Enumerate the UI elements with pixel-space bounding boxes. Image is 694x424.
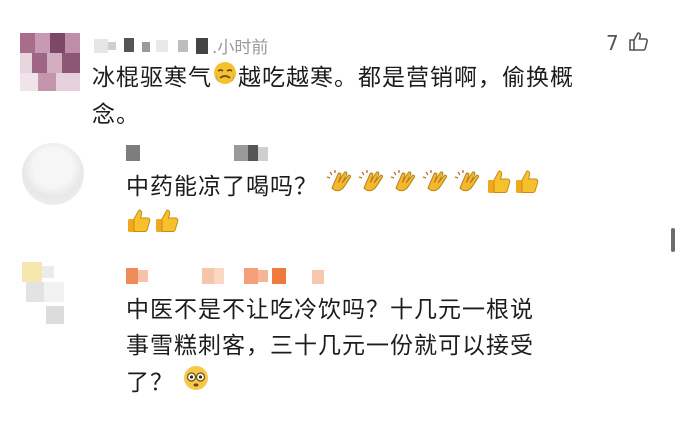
comment-body: 中药能凉了喝吗？ xyxy=(126,168,666,246)
flushed-face-emoji xyxy=(182,364,210,403)
avatar[interactable] xyxy=(20,33,80,91)
comment-text: 念。 xyxy=(92,102,140,128)
thumbs-up-emoji xyxy=(154,207,180,246)
comment-text: 事雪糕刺客，三十几元一份就可以接受 xyxy=(126,333,534,359)
clapping-hands-emoji xyxy=(422,168,452,207)
comment-text: 越吃越寒。都是营销啊，偷换概 xyxy=(238,65,574,91)
comment-time: .小时前 xyxy=(212,38,269,58)
avatar[interactable] xyxy=(22,262,82,324)
crying-face-emoji xyxy=(212,60,238,97)
comment-body: 中医不是不让吃冷饮吗？十几元一根说 事雪糕刺客，三十几元一份就可以接受 了？ xyxy=(126,292,666,403)
thumbs-up-emoji xyxy=(486,168,512,207)
clapping-hands-emoji xyxy=(390,168,420,207)
username-blurred[interactable] xyxy=(126,143,276,163)
username-blurred[interactable] xyxy=(126,266,336,286)
comment-text: 了？ xyxy=(126,370,174,396)
thumbs-up-emoji xyxy=(514,168,540,207)
clapping-hands-emoji xyxy=(358,168,388,207)
like-count: 7 xyxy=(606,31,619,55)
thumbs-up-outline-icon[interactable] xyxy=(628,30,650,52)
thumbs-up-emoji xyxy=(126,207,152,246)
username-blurred[interactable] xyxy=(94,36,210,56)
avatar[interactable] xyxy=(22,143,84,205)
comment-text: 中医不是不让吃冷饮吗？十几元一根说 xyxy=(126,297,534,323)
scrollbar-thumb[interactable] xyxy=(671,228,675,252)
clapping-hands-emoji xyxy=(326,168,356,207)
comment-text: 中药能凉了喝吗？ xyxy=(126,174,318,200)
comment-body: 冰棍驱寒气 越吃越寒。都是营销啊，偷换概 念。 xyxy=(92,60,672,133)
comment-text: 冰棍驱寒气 xyxy=(92,65,212,91)
clapping-hands-emoji xyxy=(454,168,484,207)
